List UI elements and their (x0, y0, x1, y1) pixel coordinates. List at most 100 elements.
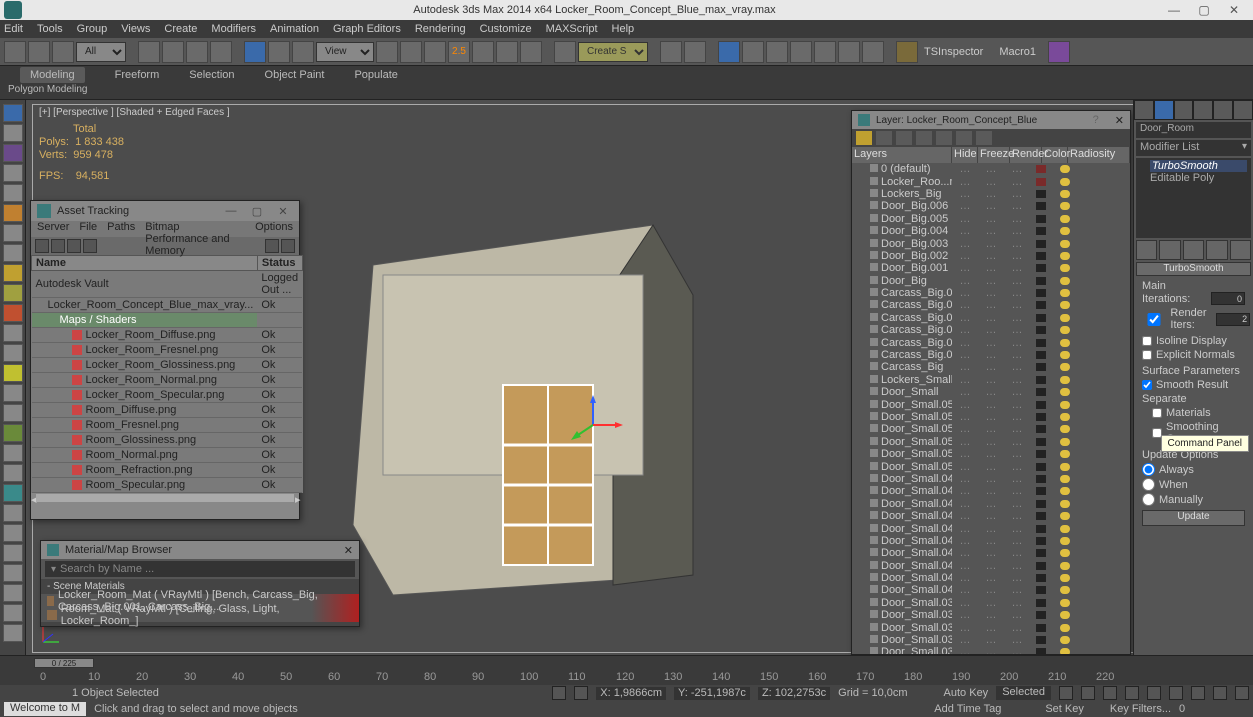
menu-customize[interactable]: Customize (480, 23, 532, 35)
explicit-check[interactable] (1142, 350, 1152, 360)
object-name-input[interactable]: Door_Room (1136, 122, 1251, 138)
create-type-icon[interactable] (3, 404, 23, 422)
create-type-icon[interactable] (3, 444, 23, 462)
create-type-icon[interactable] (3, 364, 23, 382)
rotate-icon[interactable] (268, 41, 290, 63)
asset-menu-item[interactable]: Options (255, 221, 293, 237)
asset-row[interactable]: Autodesk VaultLogged Out ... (32, 271, 303, 298)
schematic-icon[interactable] (766, 41, 788, 63)
layer-row[interactable]: Carcass_Big……… (852, 361, 1130, 373)
modifier-stack[interactable]: TurboSmooth Editable Poly (1136, 158, 1251, 238)
asset-tb-icon[interactable] (51, 239, 65, 253)
layer-row[interactable]: Door_Small……… (852, 386, 1130, 398)
layer-row[interactable]: Lockers_Big……… (852, 188, 1130, 200)
create-type-icon[interactable] (3, 204, 23, 222)
selection-filter-dropdown[interactable]: All (76, 42, 126, 62)
create-type-icon[interactable] (3, 544, 23, 562)
nav-icon[interactable] (1191, 686, 1205, 700)
layer-row[interactable]: 0 (default)……… (852, 163, 1130, 175)
cmd-tab-motion-icon[interactable] (1193, 100, 1213, 120)
asset-close-button[interactable]: ✕ (273, 205, 293, 218)
close-button[interactable]: ✕ (1219, 3, 1249, 17)
create-type-icon[interactable] (3, 624, 23, 642)
snap-spinner[interactable]: 2.5 (448, 41, 470, 63)
snap-angle-icon[interactable] (472, 41, 494, 63)
menu-edit[interactable]: Edit (4, 23, 23, 35)
create-type-icon[interactable] (3, 244, 23, 262)
layer-row[interactable]: Door_Small.052……… (852, 436, 1130, 448)
layer-delete-icon[interactable] (876, 131, 892, 145)
create-type-icon[interactable] (3, 224, 23, 242)
menu-animation[interactable]: Animation (270, 23, 319, 35)
layer-list[interactable]: 0 (default)………Locker_Roo...ncept ✓………Loc… (852, 163, 1130, 654)
layer-row[interactable]: Door_Small.048……… (852, 485, 1130, 497)
cmd-tab-utilities-icon[interactable] (1233, 100, 1253, 120)
asset-row[interactable]: Maps / Shaders (32, 313, 303, 328)
move-icon[interactable] (244, 41, 266, 63)
menu-views[interactable]: Views (121, 23, 150, 35)
layer-row[interactable]: Door_Small.050……… (852, 460, 1130, 472)
modifier-list-dropdown[interactable]: Modifier List▾ (1136, 140, 1251, 156)
time-slider-track[interactable]: 0 / 225 (0, 655, 1253, 671)
asset-minimize-button[interactable]: — (221, 205, 241, 217)
layer-highlight-icon[interactable] (936, 131, 952, 145)
menu-maxscript[interactable]: MAXScript (546, 23, 598, 35)
ribbon-tab-modeling[interactable]: Modeling (20, 67, 85, 83)
create-type-icon[interactable] (3, 104, 23, 122)
asset-row[interactable]: Locker_Room_Specular.pngOk (32, 388, 303, 403)
render-setup-icon[interactable] (814, 41, 836, 63)
unique-icon[interactable] (1183, 240, 1204, 260)
menu-help[interactable]: Help (612, 23, 635, 35)
goto-end-icon[interactable] (1147, 686, 1161, 700)
select-region-icon[interactable] (186, 41, 208, 63)
scale-icon[interactable] (292, 41, 314, 63)
update-when-radio[interactable] (1142, 478, 1155, 491)
asset-tb-icon[interactable] (35, 239, 49, 253)
nav-icon[interactable] (1169, 686, 1183, 700)
snap-percent-icon[interactable] (496, 41, 518, 63)
asset-row[interactable]: Room_Glossiness.pngOk (32, 433, 303, 448)
layer-row[interactable]: Door_Small.038……… (852, 609, 1130, 621)
layer-row[interactable]: Door_Small.044……… (852, 535, 1130, 547)
coord-x-input[interactable]: X: 1,9866cm (596, 687, 666, 700)
keyboard-shortcut-icon[interactable] (424, 41, 446, 63)
layer-row[interactable]: Door_Small.040……… (852, 584, 1130, 596)
layer-row[interactable]: Door_Big.001……… (852, 262, 1130, 274)
isoline-check[interactable] (1142, 336, 1152, 346)
stack-editable-poly[interactable]: Editable Poly (1150, 172, 1247, 184)
layer-row[interactable]: Door_Small.045……… (852, 522, 1130, 534)
layer-row[interactable]: Carcass_Big.006……… (852, 287, 1130, 299)
time-slider[interactable]: 0 / 225 (34, 658, 94, 668)
create-type-icon[interactable] (3, 164, 23, 182)
create-type-icon[interactable] (3, 524, 23, 542)
pin-stack-icon[interactable] (1136, 240, 1157, 260)
layer-row[interactable]: Door_Small.036……… (852, 634, 1130, 646)
select-manip-icon[interactable] (400, 41, 422, 63)
create-type-icon[interactable] (3, 504, 23, 522)
curve-editor-icon[interactable] (742, 41, 764, 63)
configure-icon[interactable] (1230, 240, 1251, 260)
layer-row[interactable]: Locker_Roo...ncept ✓……… (852, 175, 1130, 187)
asset-tb-icon[interactable] (83, 239, 97, 253)
asset-menu-item[interactable]: Server (37, 221, 69, 237)
layer-row[interactable]: Carcass_Big.001……… (852, 349, 1130, 361)
asset-row[interactable]: Locker_Room_Normal.pngOk (32, 373, 303, 388)
show-end-icon[interactable] (1159, 240, 1180, 260)
nav-icon[interactable] (1235, 686, 1249, 700)
asset-tb-icon[interactable] (67, 239, 81, 253)
layer-row[interactable]: Door_Big.005……… (852, 213, 1130, 225)
layer-row[interactable]: Carcass_Big.005……… (852, 299, 1130, 311)
layer-row[interactable]: Door_Small.046……… (852, 510, 1130, 522)
render-frame-icon[interactable] (838, 41, 860, 63)
create-type-icon[interactable] (3, 324, 23, 342)
macro-icon[interactable] (1048, 41, 1070, 63)
viewport-label[interactable]: [+] [Perspective ] [Shaded + Edged Faces… (39, 107, 230, 118)
create-type-icon[interactable] (3, 564, 23, 582)
select-icon[interactable] (138, 41, 160, 63)
update-button[interactable]: Update (1142, 510, 1245, 526)
minimize-button[interactable]: — (1159, 3, 1189, 17)
redo-icon[interactable] (28, 41, 50, 63)
ribbon-subtab[interactable]: Polygon Modeling (0, 84, 1253, 100)
layer-row[interactable]: Door_Small.049……… (852, 473, 1130, 485)
create-type-icon[interactable] (3, 584, 23, 602)
